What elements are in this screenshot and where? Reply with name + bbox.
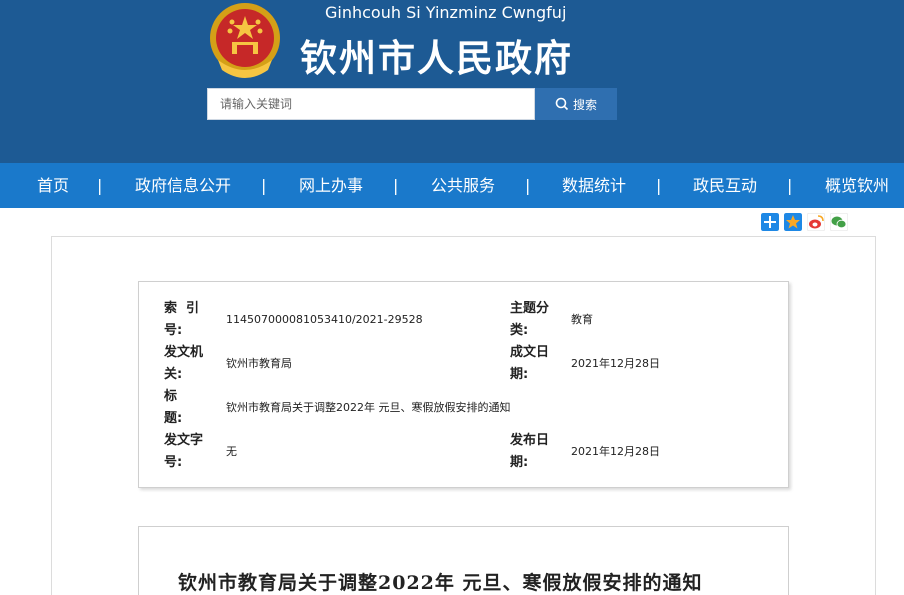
main-nav: 首页 | 政府信息公开 | 网上办事 | 公共服务 | 数据统计 | 政民互动 … [0, 163, 904, 208]
topic-category-value: 教育 [571, 313, 593, 326]
document-title: 钦州市教育局关于调整2022年 元旦、寒假放假安排的通知 [178, 572, 703, 594]
creation-date-label: 成文日 期: [510, 345, 550, 382]
nav-separator: | [525, 176, 531, 195]
nav-separator: | [261, 176, 267, 195]
document-number-value: 无 [226, 445, 237, 458]
nav-item-home[interactable]: 首页 [37, 163, 69, 208]
nav-item-public-services[interactable]: 公共服务 [431, 163, 495, 208]
index-number-value: 114507000081053410/2021-29528 [226, 313, 423, 326]
nav-separator: | [393, 176, 399, 195]
nav-item-online-services[interactable]: 网上办事 [299, 163, 363, 208]
nav-item-overview[interactable]: 概览钦州 [825, 163, 889, 208]
nav-separator: | [787, 176, 793, 195]
nav-separator: | [97, 176, 103, 195]
national-emblem-icon [210, 3, 280, 78]
issuing-agency-value: 钦州市教育局 [226, 357, 292, 370]
favorite-star-icon[interactable] [784, 213, 802, 231]
site-header: Ginhcouh Si Yinzminz Cwngfuj 钦州市人民政府 [0, 0, 904, 163]
title-value: 钦州市教育局关于调整2022年 元旦、寒假放假安排的通知 [226, 401, 511, 414]
search-box [207, 88, 535, 120]
search-input[interactable] [208, 89, 534, 119]
topic-category-label: 主题分 类: [510, 301, 550, 338]
nav-item-gov-info[interactable]: 政府信息公开 [135, 163, 231, 208]
nav-item-interaction[interactable]: 政民互动 [693, 163, 757, 208]
issuing-agency-label: 发文机 关: [164, 345, 204, 382]
weibo-icon[interactable] [807, 213, 825, 231]
wechat-icon[interactable] [830, 213, 848, 231]
index-number-label: 索 引号: [164, 301, 200, 338]
site-name-english: Ginhcouh Si Yinzminz Cwngfuj [325, 3, 567, 22]
document-number-label: 发文字 号: [164, 433, 204, 470]
search-icon [555, 97, 569, 111]
creation-date-value: 2021年12月28日 [571, 357, 660, 370]
search-button[interactable]: 搜索 [535, 88, 617, 120]
nav-separator: | [656, 176, 662, 195]
search-button-label: 搜索 [572, 97, 597, 112]
publish-date-label: 发布日 期: [510, 433, 550, 470]
site-name-chinese: 钦州市人民政府 [300, 37, 573, 80]
nav-item-statistics[interactable]: 数据统计 [562, 163, 626, 208]
add-icon[interactable] [761, 213, 779, 231]
publish-date-value: 2021年12月28日 [571, 445, 660, 458]
title-label: 标题: [164, 389, 183, 426]
